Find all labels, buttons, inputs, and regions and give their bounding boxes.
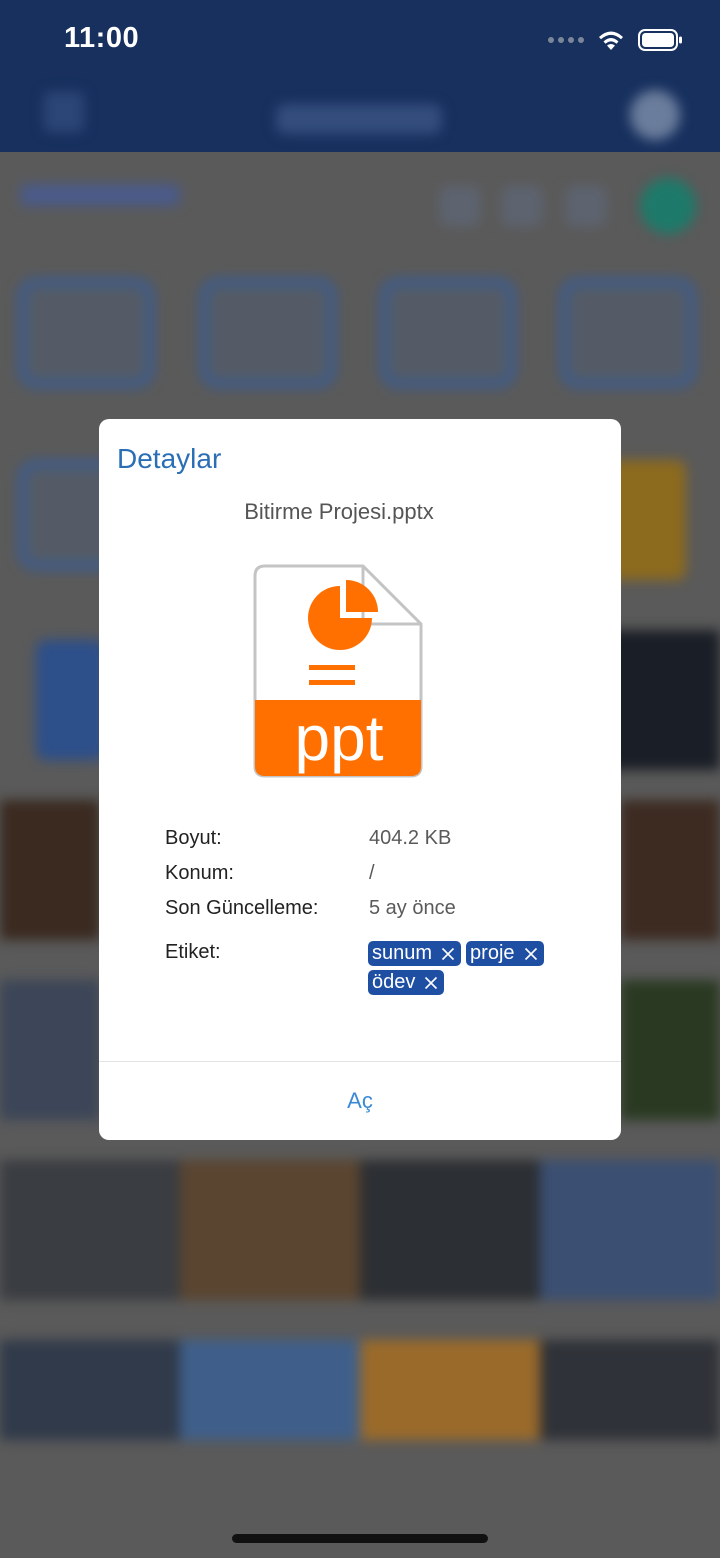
avatar: [630, 90, 680, 140]
ppt-file-icon: ppt: [253, 564, 423, 778]
updated-label: Son Güncelleme:: [165, 897, 319, 919]
photo-thumb: [0, 980, 100, 1120]
detail-row-size: Boyut: 404.2 KB: [165, 827, 595, 862]
photo-thumb: [180, 1340, 360, 1440]
close-icon[interactable]: [441, 947, 455, 961]
home-indicator[interactable]: [232, 1534, 488, 1543]
breadcrumb: [20, 184, 180, 206]
menu-icon: [44, 92, 84, 132]
location-label: Konum:: [165, 862, 234, 884]
photo-thumb: [540, 1160, 720, 1300]
close-icon[interactable]: [424, 976, 438, 990]
folder-icon: [380, 278, 516, 388]
wifi-icon: [599, 31, 623, 50]
tag-chip: proje: [466, 941, 544, 966]
app-logo: [276, 104, 442, 134]
tag-text: sunum: [372, 942, 433, 964]
signal-icon: [548, 37, 584, 43]
folder-icon: [18, 278, 154, 388]
cloud-icon: [566, 186, 606, 226]
add-icon: [640, 178, 696, 234]
status-bar: 11:00: [0, 0, 720, 80]
photo-thumb: [180, 1160, 360, 1300]
tag-text: ödev: [372, 971, 416, 993]
photo-thumb: [360, 1340, 540, 1440]
location-value: /: [369, 862, 375, 884]
photo-thumb: [620, 800, 720, 940]
detail-row-tags: Etiket: sunum proje ödev: [165, 941, 595, 1021]
grid-icon: [502, 186, 542, 226]
edit-icon: [440, 186, 480, 226]
photo-thumb: [360, 1160, 540, 1300]
tag-chip: sunum: [368, 941, 462, 966]
photo-thumb: [540, 1340, 720, 1440]
open-button[interactable]: Aç: [99, 1062, 621, 1140]
detail-row-location: Konum: /: [165, 862, 595, 897]
folder-icon: [560, 278, 696, 388]
detail-row-updated: Son Güncelleme: 5 ay önce: [165, 897, 595, 932]
battery-icon: [638, 29, 682, 51]
photo-thumb: [0, 1160, 180, 1300]
ppt-label: ppt: [295, 702, 384, 774]
folder-icon: [200, 278, 336, 388]
close-icon[interactable]: [524, 947, 538, 961]
dialog-title: Detaylar: [117, 443, 222, 474]
tag-text: proje: [470, 942, 515, 964]
photo-thumb: [0, 1340, 180, 1440]
status-icons: [548, 28, 684, 52]
tag-list: sunum proje ödev: [368, 941, 588, 995]
tag-chip: ödev: [368, 970, 445, 995]
details-list: Boyut: 404.2 KB Konum: / Son Güncelleme:…: [165, 827, 595, 1021]
file-thumb: [36, 640, 106, 760]
size-value: 404.2 KB: [369, 827, 452, 849]
details-dialog: Detaylar Bitirme Projesi.pptx ppt Boyut:…: [99, 419, 621, 1140]
status-time: 11:00: [64, 22, 140, 54]
photo-thumb: [620, 980, 720, 1120]
size-label: Boyut:: [165, 827, 222, 849]
file-name: Bitirme Projesi.pptx: [244, 499, 434, 524]
photo-thumb: [0, 800, 100, 940]
updated-value: 5 ay önce: [369, 897, 456, 919]
tags-label: Etiket:: [165, 941, 221, 963]
